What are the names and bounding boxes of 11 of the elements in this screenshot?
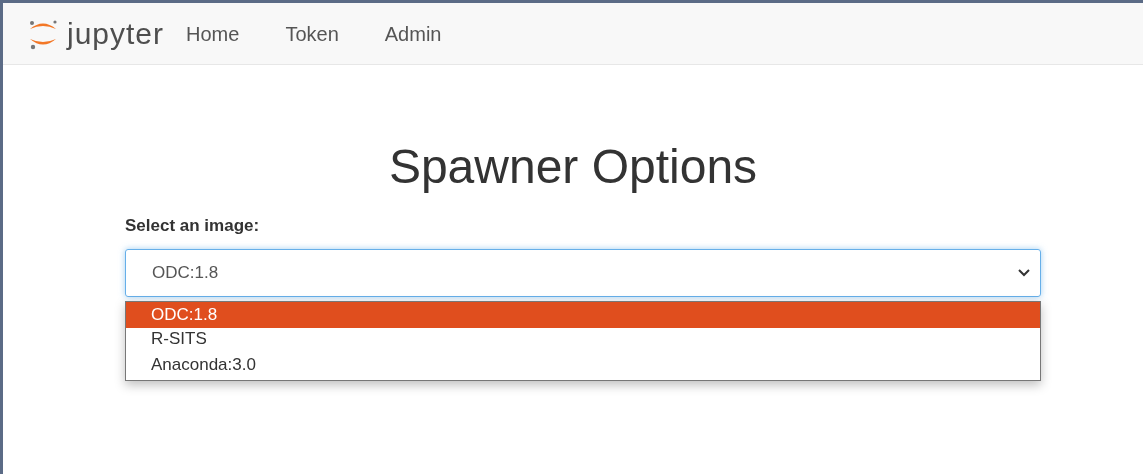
nav-link[interactable]: Admin xyxy=(384,18,442,49)
nav-link[interactable]: Token xyxy=(285,18,339,49)
dropdown-option[interactable]: ODC:1.8 xyxy=(126,302,1040,328)
image-select[interactable]: ODC:1.8 xyxy=(125,248,1041,297)
jupyter-logo[interactable]: jupyter xyxy=(25,15,165,52)
select-label: Select an image: xyxy=(125,215,261,237)
chevron-icon xyxy=(1018,268,1030,277)
dropdown-option[interactable]: Anaconda:3.0 xyxy=(126,354,1040,380)
dropdown-option[interactable]: R-SITS xyxy=(126,328,1040,354)
nav-link[interactable]: Home xyxy=(186,18,240,49)
page-title: Spawner Options xyxy=(388,143,758,191)
